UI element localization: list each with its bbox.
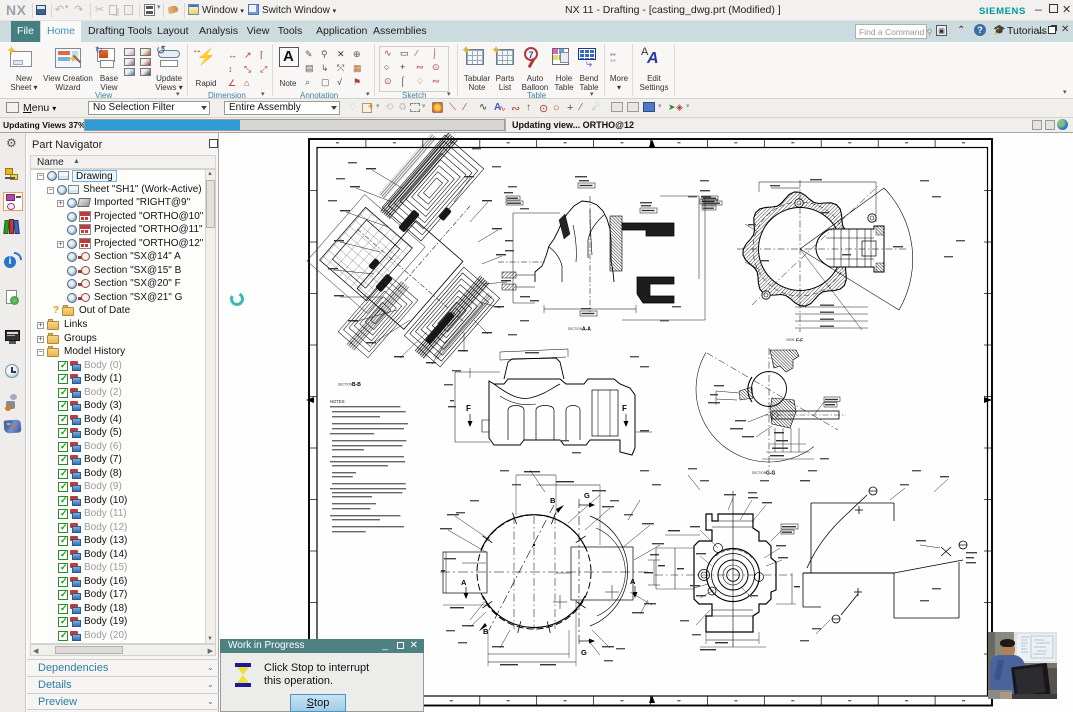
svg-text:B-B: B-B	[352, 382, 361, 388]
svg-text:A: A	[461, 578, 467, 587]
svg-text:B: B	[550, 496, 556, 505]
svg-text:F: F	[622, 404, 627, 413]
svg-text:SECTION: SECTION	[568, 327, 583, 331]
svg-text:SECTION: SECTION	[752, 471, 767, 475]
svg-text:G: G	[584, 491, 590, 500]
svg-text:G: G	[581, 648, 587, 657]
svg-text:VIEW: VIEW	[786, 338, 794, 342]
svg-text:A: A	[630, 577, 636, 586]
svg-text:A-A: A-A	[582, 327, 591, 333]
svg-text:NOTES:: NOTES:	[330, 399, 346, 404]
svg-text:SECTION: SECTION	[338, 383, 353, 387]
svg-text:F: F	[466, 404, 471, 413]
svg-text:F-F: F-F	[796, 338, 803, 343]
svg-text:G-G: G-G	[766, 471, 776, 477]
